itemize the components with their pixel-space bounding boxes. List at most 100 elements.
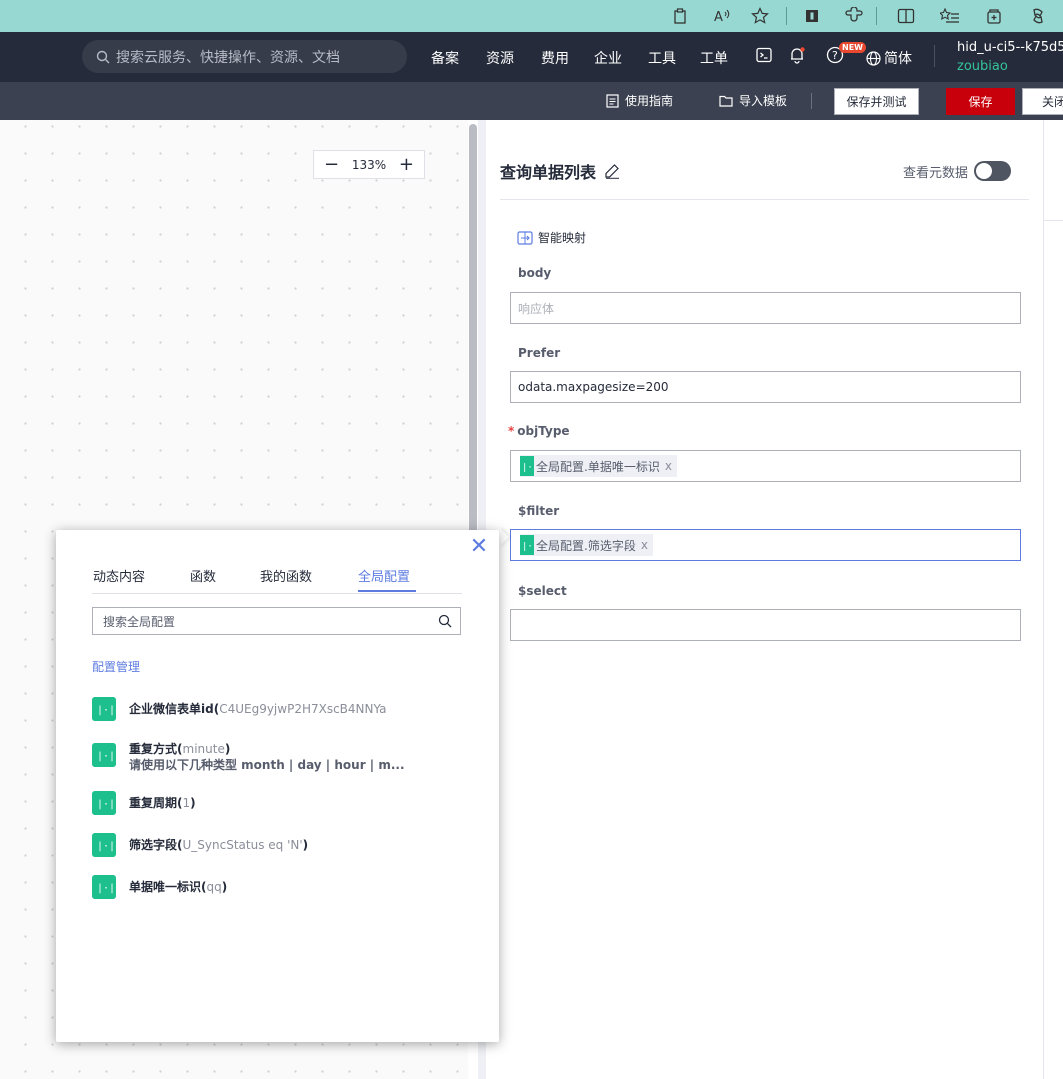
separator [811,93,812,109]
tab-my-functions[interactable]: 我的函数 [260,566,312,585]
tab-global-config[interactable]: 全局配置 [358,566,410,585]
save-button[interactable]: 保存 [946,88,1015,115]
zoom-out-button[interactable]: − [324,155,339,174]
variable-tag: |·| 全局配置.筛选字段 x [520,534,653,556]
prefer-input[interactable]: odata.maxpagesize=200 [510,371,1021,403]
tag-remove-button[interactable]: x [641,538,648,552]
divider-line [500,199,1029,200]
config-item-value: C4UEg9yjwP2H7XscB4NNYa [219,702,387,716]
nav-link-beian[interactable]: 备案 [431,48,459,68]
new-badge: NEW [839,42,866,53]
favorite-star-icon[interactable] [749,5,771,27]
usage-guide-label: 使用指南 [625,94,674,108]
canvas-scrollbar-thumb[interactable] [469,124,477,536]
close-button[interactable]: 关闭 [1022,88,1063,115]
view-metadata-toggle[interactable]: 查看元数据 [903,161,1012,181]
language-switcher[interactable]: 简体 [866,48,912,68]
panel-title-text: 查询单据列表 [500,163,597,182]
config-item-name: 企业微信表单id [129,702,214,716]
config-item-name: 重复周期 [129,796,178,810]
variable-icon: |·| [520,535,534,555]
zoom-level: 133% [351,157,387,172]
global-config-search-placeholder: 搜索全局配置 [103,614,176,629]
user-account-id[interactable]: hid_u-ci5--k75d5 [957,40,1063,55]
tab-functions[interactable]: 函数 [190,566,216,585]
variable-tag: |·| 全局配置.单据唯一标识 x [520,455,677,477]
settings-icon[interactable] [843,5,865,27]
select-input[interactable] [510,609,1021,641]
extension-icon[interactable] [801,5,823,27]
config-item-paren: ) [302,838,309,852]
config-item-text: 单据唯一标识(qq) [129,875,227,895]
config-item-value: U_SyncStatus eq 'N' [182,838,303,852]
nav-link-tickets[interactable]: 工单 [700,48,728,68]
metadata-switch[interactable] [974,161,1012,181]
config-item-text: 企业微信表单id(C4UEg9yjwP2H7XscB4NNYa [129,697,387,717]
config-item-text: 重复周期(1) [129,791,196,811]
clipboard-icon[interactable] [669,5,691,27]
config-item-name: 单据唯一标识 [129,880,202,894]
config-item-repeat-mode[interactable]: |·| 重复方式(minute) 请使用以下几种类型 month | day |… [92,741,405,773]
variable-icon: |·| [92,743,116,767]
edit-pencil-icon[interactable] [604,163,620,179]
svg-text:|·|: |·| [522,463,534,473]
config-item-value: qq [206,880,222,894]
config-item-name: 筛选字段 [129,838,178,852]
nav-link-resources[interactable]: 资源 [486,48,514,68]
collections-icon[interactable] [983,5,1005,27]
tag-remove-button[interactable]: x [665,459,672,473]
usage-guide-button[interactable]: 使用指南 [606,92,673,109]
nav-link-tools[interactable]: 工具 [648,48,676,68]
field-label-prefer: Prefer [518,346,561,360]
global-config-search-input[interactable]: 搜索全局配置 [92,607,461,635]
variable-icon: |·| [92,833,116,857]
smart-mapping-button[interactable]: 智能映射 [517,229,586,246]
svg-text:|·|: |·| [97,799,115,810]
close-icon[interactable]: ✕ [469,536,489,558]
config-item-wecom-form-id[interactable]: |·| 企业微信表单id(C4UEg9yjwP2H7XscB4NNYa [92,697,387,721]
required-mark: * [508,424,515,438]
smart-mapping-label: 智能映射 [538,231,587,245]
filter-input[interactable]: |·| 全局配置.筛选字段 x [510,529,1021,561]
svg-text:|·|: |·| [97,883,115,894]
favorites-list-icon[interactable] [939,5,961,27]
variable-icon: |·| [520,456,534,476]
cloud-shell-icon[interactable] [753,44,775,66]
tab-dynamic-content[interactable]: 动态内容 [93,566,145,585]
config-item-paren: ) [190,796,196,810]
field-label-objtype: * objType [508,424,570,438]
copilot-icon[interactable] [1027,5,1049,27]
field-label-objtype-text: objType [517,424,570,438]
import-template-button[interactable]: 导入模板 [719,92,787,109]
config-item-value: minute [182,742,225,756]
read-aloud-icon[interactable]: A [711,5,733,27]
user-name[interactable]: zoubiao [957,59,1008,74]
separator [876,7,877,25]
nav-link-enterprise[interactable]: 企业 [594,48,622,68]
language-label: 简体 [884,51,912,67]
panel-title: 查询单据列表 [500,159,620,183]
nav-link-billing[interactable]: 费用 [541,48,569,68]
editor-toolbar: 使用指南 导入模板 保存并测试 保存 关闭 [0,82,1063,120]
config-item-repeat-period[interactable]: |·| 重复周期(1) [92,791,196,815]
config-item-filter-field[interactable]: |·| 筛选字段(U_SyncStatus eq 'N') [92,833,308,857]
search-icon[interactable] [438,614,452,628]
svg-text:?: ? [832,49,838,62]
notification-bell-icon[interactable] [786,44,808,66]
config-item-value: 1 [182,796,191,810]
panel-right-strip [1043,120,1063,1079]
view-metadata-label: 查看元数据 [903,165,969,181]
svg-text:A: A [714,10,723,24]
objtype-input[interactable]: |·| 全局配置.单据唯一标识 x [510,450,1021,482]
save-and-test-button[interactable]: 保存并测试 [834,88,919,115]
globe-icon [866,50,881,66]
split-screen-icon[interactable] [895,5,917,27]
variable-tag-text: 全局配置.单据唯一标识 [536,459,660,474]
zoom-in-button[interactable]: + [399,155,414,174]
svg-text:|·|: |·| [522,542,534,552]
config-item-document-unique-id[interactable]: |·| 单据唯一标识(qq) [92,875,227,899]
body-input[interactable]: 响应体 [510,292,1021,324]
variable-icon: |·| [92,875,116,899]
config-item-text: 筛选字段(U_SyncStatus eq 'N') [129,833,308,853]
global-search-input[interactable]: 搜索云服务、快捷操作、资源、文档 [82,40,407,73]
